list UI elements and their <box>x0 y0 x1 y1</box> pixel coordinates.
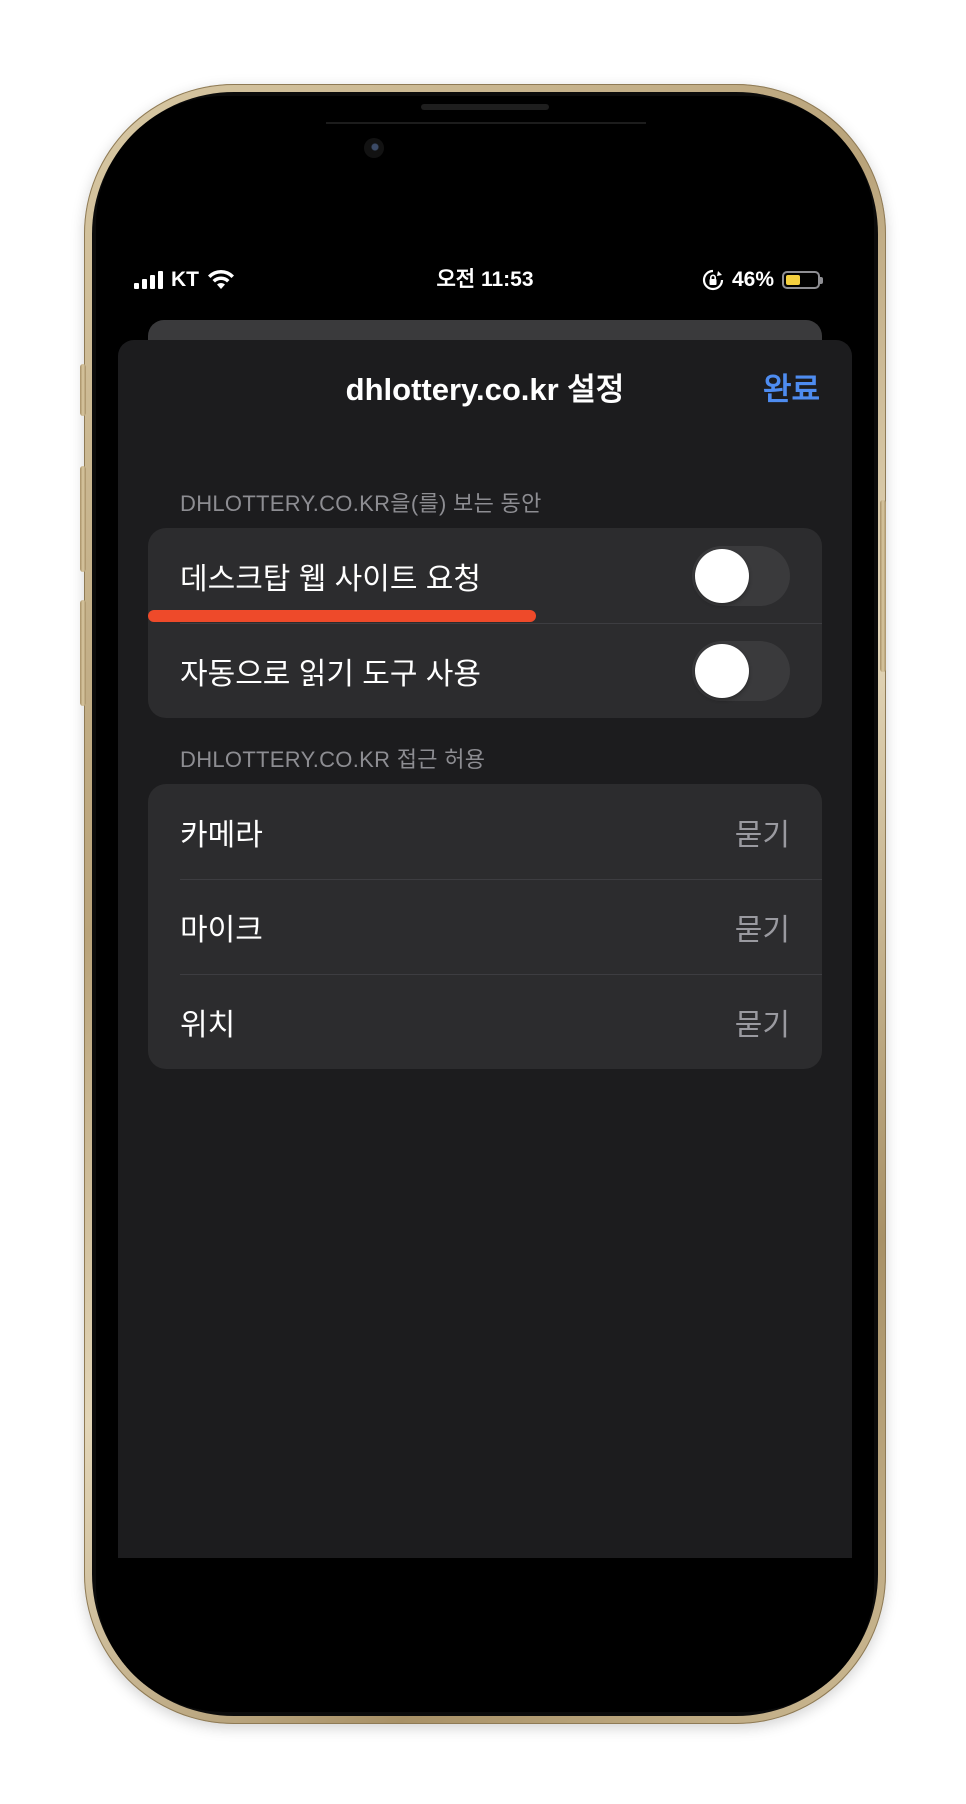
toggle-knob <box>695 643 749 698</box>
viewing-settings-group: 데스크탑 웹 사이트 요청 자동으로 읽기 도구 사용 <box>148 528 822 718</box>
volume-down-button <box>80 600 86 706</box>
location-permission-row[interactable]: 위치 묻기 <box>148 974 822 1069</box>
microphone-value: 묻기 <box>734 913 790 947</box>
desktop-site-label: 데스크탑 웹 사이트 요청 <box>180 562 482 596</box>
sheet-title: dhlottery.co.kr 설정 <box>345 372 625 407</box>
front-camera-icon <box>364 138 384 158</box>
battery-icon <box>782 271 823 289</box>
location-label: 위치 <box>180 1008 236 1042</box>
screen-bottom <box>96 1558 874 1712</box>
phone-screen: KT 오전 11:53 46% dhlottery.co.kr 설정 완료 DH… <box>96 96 874 1712</box>
permissions-group: 카메라 묻기 마이크 묻기 위치 묻기 <box>148 784 822 1069</box>
battery-percent: 46% <box>731 268 774 291</box>
reader-mode-label: 자동으로 읽기 도구 사용 <box>180 657 482 691</box>
camera-value: 묻기 <box>734 818 790 852</box>
mute-switch <box>80 364 86 416</box>
viewing-section-header: DHLOTTERY.CO.KR을(를) 보는 동안 <box>180 491 542 516</box>
done-button[interactable]: 완료 <box>763 370 820 410</box>
sensor-line <box>326 122 646 124</box>
reader-mode-row[interactable]: 자동으로 읽기 도구 사용 <box>148 623 822 718</box>
settings-sheet: dhlottery.co.kr 설정 완료 DHLOTTERY.CO.KR을(를… <box>118 340 852 1712</box>
highlight-underline <box>148 610 536 622</box>
microphone-permission-row[interactable]: 마이크 묻기 <box>148 879 822 974</box>
desktop-site-toggle[interactable] <box>692 545 790 606</box>
permissions-section-header: DHLOTTERY.CO.KR 접근 허용 <box>180 747 486 772</box>
battery-fill <box>786 275 800 285</box>
earpiece-speaker <box>421 104 549 110</box>
camera-permission-row[interactable]: 카메라 묻기 <box>148 784 822 879</box>
microphone-label: 마이크 <box>180 913 263 947</box>
volume-up-button <box>80 466 86 572</box>
status-bar: KT 오전 11:53 46% <box>96 264 874 296</box>
toggle-knob <box>695 548 749 603</box>
reader-mode-toggle[interactable] <box>692 640 790 701</box>
desktop-site-row[interactable]: 데스크탑 웹 사이트 요청 <box>148 528 822 623</box>
camera-label: 카메라 <box>180 818 263 852</box>
status-right: 46% <box>702 264 823 296</box>
location-value: 묻기 <box>734 1008 790 1042</box>
rotation-lock-icon <box>702 269 724 291</box>
power-button <box>880 500 886 672</box>
